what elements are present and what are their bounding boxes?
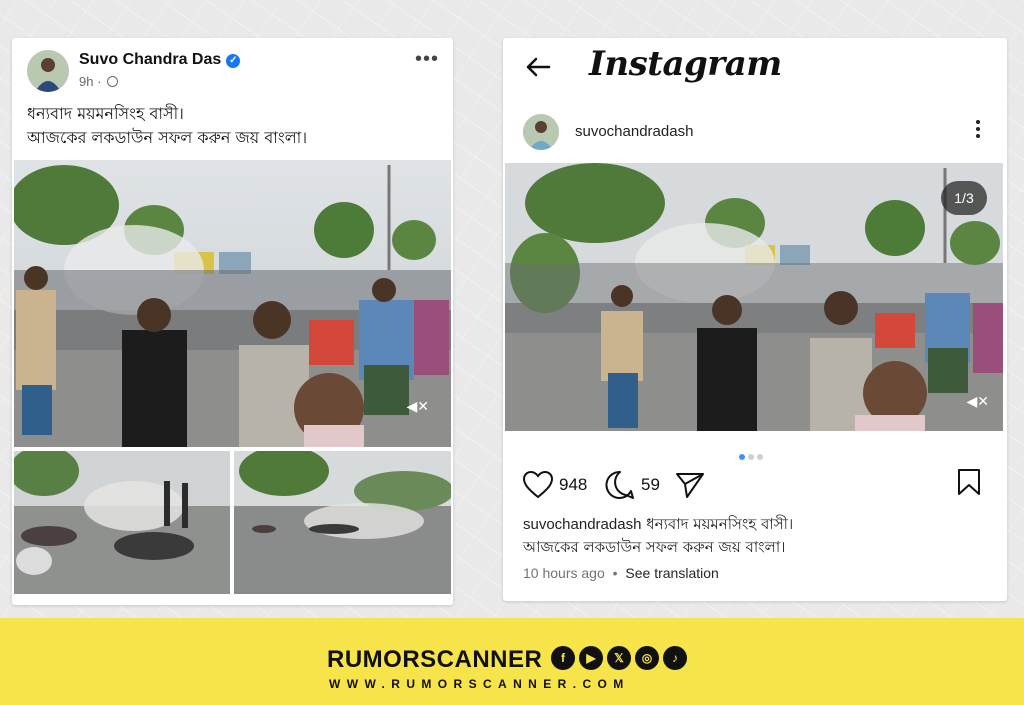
comment-bubble-icon xyxy=(605,470,634,499)
more-options-icon[interactable]: ••• xyxy=(415,48,439,71)
post-caption: suvochandradash ধন্যবাদ ময়মনসিংহ বাসী। … xyxy=(523,515,794,556)
avatar[interactable] xyxy=(523,114,559,150)
verified-badge-icon: ✓ xyxy=(226,54,241,68)
facebook-icon[interactable]: f xyxy=(551,646,575,670)
post-time: 10 hours ago • See translation xyxy=(523,565,719,581)
share-button[interactable] xyxy=(675,468,705,502)
globe-icon xyxy=(107,76,119,87)
heart-icon xyxy=(523,471,553,499)
instagram-icon[interactable]: ◎ xyxy=(635,646,659,670)
post-caption: ধন্যবাদ ময়মনসিংহ বাসী। আজকের লকডাউন সফল… xyxy=(27,104,308,147)
carousel-dot-active xyxy=(739,454,745,460)
save-button[interactable] xyxy=(957,468,981,501)
comment-button[interactable]: 59 xyxy=(605,468,660,502)
comment-count: 59 xyxy=(641,475,660,494)
footer-banner: RUMORSCANNER f ▶ 𝕏 ◎ ♪ WWW.RUMORSCANNER.… xyxy=(0,618,1024,705)
like-button[interactable]: 948 xyxy=(523,468,587,502)
x-icon[interactable]: 𝕏 xyxy=(607,646,631,670)
youtube-icon[interactable]: ▶ xyxy=(579,646,603,670)
post-time[interactable]: 9h xyxy=(79,74,93,89)
tiktok-icon[interactable]: ♪ xyxy=(663,646,687,670)
avatar[interactable] xyxy=(27,50,69,92)
brand-name: RUMORSCANNER xyxy=(327,646,543,673)
post-photo-3[interactable] xyxy=(234,451,451,594)
app-title: Instagram xyxy=(589,44,782,84)
website-url: WWW.RUMORSCANNER.COM xyxy=(329,677,630,691)
post-photo-main[interactable]: ◀✕ xyxy=(14,160,451,447)
see-translation-link[interactable]: See translation xyxy=(625,565,718,581)
like-count: 948 xyxy=(559,475,588,494)
username[interactable]: suvochandradash xyxy=(575,123,693,140)
post-meta: 9h · xyxy=(79,74,119,89)
post-photo[interactable]: ◀✕ xyxy=(505,163,1003,431)
carousel-indicator xyxy=(739,447,766,465)
separator: • xyxy=(612,565,618,581)
carousel-dot xyxy=(757,454,763,460)
instagram-post-card: Instagram suvochandradash ◀✕ 1/3 948 59 … xyxy=(503,38,1007,601)
social-icons: f ▶ 𝕏 ◎ ♪ xyxy=(551,646,691,670)
author-name[interactable]: Suvo Chandra Das ✓ xyxy=(79,51,241,69)
carousel-dot xyxy=(748,454,754,460)
post-photo-2[interactable] xyxy=(14,451,230,594)
caption-username[interactable]: suvochandradash xyxy=(523,516,641,533)
speaker-muted-icon[interactable]: ◀✕ xyxy=(407,398,430,415)
paper-plane-icon xyxy=(676,473,704,498)
bookmark-icon xyxy=(958,469,980,495)
speaker-muted-icon[interactable]: ◀✕ xyxy=(967,393,990,410)
back-arrow-icon[interactable] xyxy=(523,52,553,88)
vertical-dots-icon[interactable] xyxy=(975,120,981,142)
image-counter: 1/3 xyxy=(941,181,987,215)
facebook-post-card: Suvo Chandra Das ✓ 9h · ••• ধন্যবাদ ময়মন… xyxy=(12,38,453,605)
